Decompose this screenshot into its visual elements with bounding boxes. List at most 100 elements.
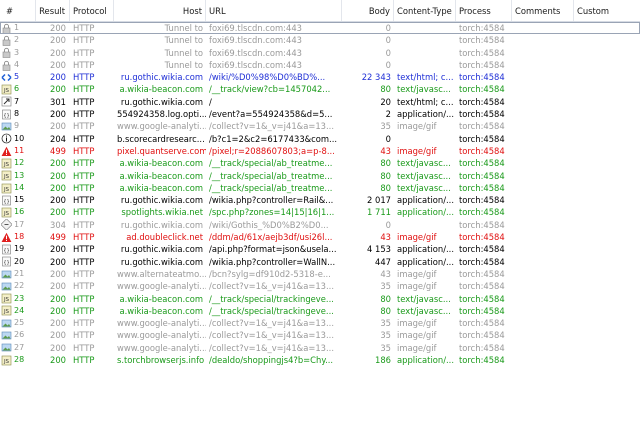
session-protocol: HTTP: [73, 355, 95, 366]
svg-text:{}: {}: [3, 113, 9, 119]
session-num-cell: 27: [0, 342, 36, 354]
session-host: ru.gothic.wikia.com: [120, 244, 203, 255]
session-result: 200: [50, 342, 66, 353]
column-header-custom[interactable]: Custom: [574, 0, 640, 21]
session-row[interactable]: JS 24 200 HTTP a.wikia-beacon.com /__track/sp…: [0, 305, 640, 317]
session-row[interactable]: JS 23 200 HTTP a.wikia-beacon.com /__track/sp…: [0, 293, 640, 305]
session-row[interactable]: 5 200 HTTP ru.gothic.wikia.com/wiki/%D0%98%…: [0, 71, 640, 83]
session-num-cell: 25: [0, 317, 36, 329]
session-body-size: 1 711: [367, 207, 391, 218]
session-row[interactable]: JS 6 200 HTTP a.wikia-beacon.com /__track/vie…: [0, 83, 640, 95]
session-row[interactable]: JS 14 200 HTTP a.wikia-beacon.com /__track/sp…: [0, 182, 640, 194]
session-row[interactable]: 3 200 HTTP Tunnel to foxi69.tlscdn.com:443 0 t…: [0, 47, 640, 59]
session-content-type: [394, 219, 456, 231]
session-num-cell: 22: [0, 280, 36, 292]
script-icon: JS: [1, 158, 12, 169]
session-num-cell: JS 16: [0, 206, 36, 218]
session-content-type: application/...: [397, 109, 455, 120]
session-body-size: 2: [385, 109, 391, 120]
session-num: 15: [14, 195, 25, 205]
session-host: www.google-analyti...: [117, 342, 206, 353]
column-header-protocol[interactable]: Protocol: [70, 0, 114, 21]
session-host: pixel.quantserve.com: [117, 145, 206, 156]
session-url: /__track/special/trackingeve...: [209, 293, 334, 304]
session-protocol: HTTP: [73, 219, 95, 230]
column-header-host[interactable]: Host: [114, 0, 206, 21]
session-row[interactable]: 10 204 HTTP b.scorecardresearc... /b?c1=2&c2…: [0, 133, 640, 145]
session-custom: [574, 108, 640, 120]
session-row[interactable]: 21 200 HTTP www.alternateatmo.../bcn?sylg=d…: [0, 268, 640, 280]
session-row[interactable]: 27 200 HTTP www.google-analyti.../collect?v…: [0, 342, 640, 354]
session-row[interactable]: 2 200 HTTP Tunnel to foxi69.tlscdn.com:443 0 t…: [0, 34, 640, 46]
session-row[interactable]: JS 16 200 HTTP spotlights.wikia.net/spc.php?…: [0, 206, 640, 218]
column-header-result[interactable]: Result: [36, 0, 70, 21]
image-icon: [1, 281, 12, 292]
session-body-size: 80: [380, 182, 391, 193]
column-header-comments[interactable]: Comments: [512, 0, 574, 21]
session-row[interactable]: 4 200 HTTP Tunnel to foxi69.tlscdn.com:443 0 t…: [0, 59, 640, 71]
column-header-process[interactable]: Process: [456, 0, 512, 21]
session-row[interactable]: JS 28 200 HTTP s.torchbrowserjs.info/dealdo/…: [0, 354, 640, 366]
session-protocol: HTTP: [73, 145, 95, 156]
session-content-type: image/gif: [397, 145, 437, 156]
session-custom: [574, 268, 640, 280]
session-row[interactable]: 7 301 HTTP ru.gothic.wikia.com / 20 text/html;…: [0, 96, 640, 108]
session-result: 200: [50, 35, 66, 46]
session-row[interactable]: 18 499 HTTP ad.doubleclick.net/ddm/ad/61x/a…: [0, 231, 640, 243]
session-url: /wiki/%D0%98%D0%BD%...: [209, 72, 326, 83]
session-custom: [574, 170, 640, 182]
session-process: torch:4584: [459, 342, 505, 353]
session-num: 25: [14, 318, 25, 328]
column-header-num[interactable]: #: [0, 0, 36, 21]
session-process: torch:4584: [459, 109, 505, 120]
session-row[interactable]: 1 200 HTTP Tunnel to foxi69.tlscdn.com:443 0 t…: [0, 22, 640, 35]
session-num: 27: [14, 342, 25, 352]
session-process: torch:4584: [459, 330, 505, 341]
script-icon: JS: [1, 84, 12, 95]
session-url: /__track/special/ab_treatme...: [209, 158, 333, 169]
session-content-type: text/javasc...: [397, 84, 451, 95]
session-process: torch:4584: [459, 195, 505, 206]
session-num: 28: [14, 355, 25, 365]
column-header-content-type[interactable]: Content-Type: [394, 0, 456, 21]
session-row[interactable]: {} 19 200 HTTP ru.gothic.wikia.com/api.php?f…: [0, 243, 640, 255]
session-row[interactable]: {} 20 200 HTTP ru.gothic.wikia.com/wikia.php…: [0, 256, 640, 268]
session-row[interactable]: 17 304 HTTP ru.gothic.wikia.com/wiki/Gothis…: [0, 219, 640, 231]
session-host: a.wikia-beacon.com: [119, 182, 204, 193]
column-header-url[interactable]: URL: [206, 0, 342, 21]
redirect-icon: [1, 96, 12, 107]
session-result: 499: [50, 232, 66, 243]
session-row[interactable]: JS 12 200 HTTP a.wikia-beacon.com /__track/sp…: [0, 157, 640, 169]
session-body-size: 43: [380, 232, 391, 243]
session-body-size: 35: [380, 318, 391, 329]
session-host: a.wikia-beacon.com: [119, 84, 204, 95]
session-row[interactable]: JS 13 200 HTTP a.wikia-beacon.com /__track/sp…: [0, 170, 640, 182]
session-content-type: [394, 22, 456, 34]
session-body-size: 43: [380, 268, 391, 279]
session-custom: [574, 59, 640, 71]
script-icon: JS: [1, 183, 12, 194]
session-comments: [512, 34, 574, 46]
session-row[interactable]: 11 499 HTTP pixel.quantserve.com/pixel;r=20…: [0, 145, 640, 157]
session-custom: [574, 329, 640, 341]
session-num: 6: [14, 84, 20, 94]
session-row[interactable]: 9 200 HTTP www.google-analyti.../collect?v=…: [0, 120, 640, 132]
session-num-cell: 1: [0, 22, 36, 34]
svg-text:JS: JS: [3, 162, 10, 168]
session-process: torch:4584: [459, 158, 505, 169]
session-row[interactable]: 26 200 HTTP www.google-analyti.../collect?v…: [0, 329, 640, 341]
session-process: torch:4584: [459, 268, 505, 279]
session-host: Tunnel to: [164, 47, 203, 58]
session-row[interactable]: {} 8 200 HTTP 554924358.log.opti.../event?a=…: [0, 108, 640, 120]
session-url: /api.php?format=json&usela...: [209, 244, 337, 255]
svg-text:{}: {}: [3, 260, 9, 266]
session-row[interactable]: 22 200 HTTP www.google-analyti.../collect?v…: [0, 280, 640, 292]
session-num-cell: 2: [0, 34, 36, 46]
session-list[interactable]: # Result Protocol Host URL Body Content-…: [0, 0, 640, 366]
session-num: 10: [14, 133, 25, 143]
session-row[interactable]: {} 15 200 HTTP ru.gothic.wikia.com/wikia.php…: [0, 194, 640, 206]
session-row[interactable]: 25 200 HTTP www.google-analyti.../collect?v…: [0, 317, 640, 329]
session-body-size: 35: [380, 342, 391, 353]
column-header-body[interactable]: Body: [342, 0, 394, 21]
session-host: www.google-analyti...: [117, 281, 206, 292]
